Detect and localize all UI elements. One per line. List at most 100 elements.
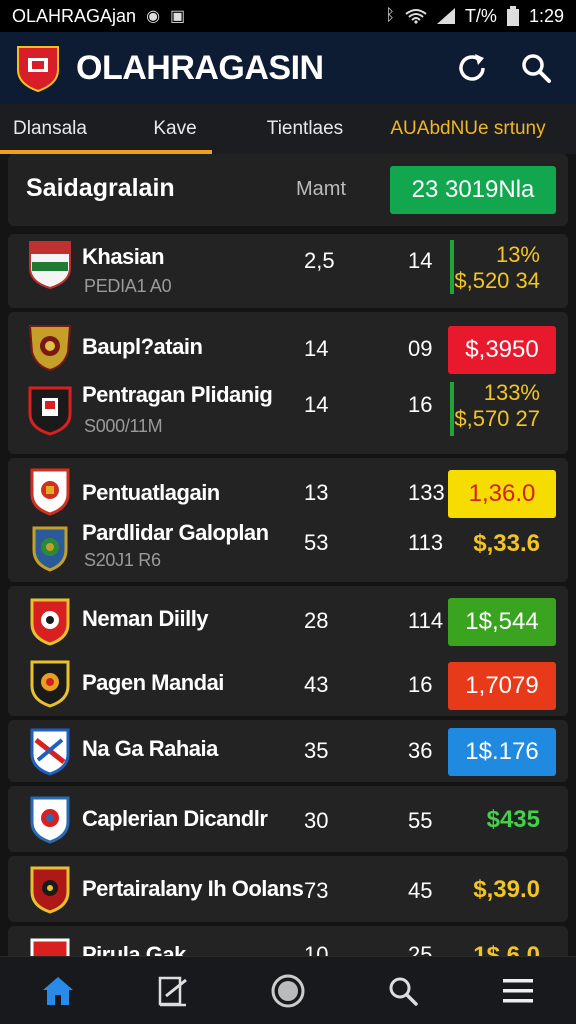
signal-icon [436, 8, 455, 24]
edit-icon [158, 976, 187, 1006]
card-1: Khasian PEDIA1 A0 2,5 14 13% $,520 34 [8, 234, 568, 308]
stat-2: 09 [408, 336, 433, 361]
table-title: Saidagralain [26, 174, 175, 202]
circle-icon [271, 974, 305, 1007]
team-crest-icon [30, 728, 70, 776]
team-crest-icon [30, 660, 70, 708]
team-name: Caplerian Dicandlr [82, 806, 268, 831]
stat-1: 30 [304, 808, 329, 833]
team-name: Pertairalany Ih Oolans [82, 876, 304, 901]
table-column-label: Mamt [296, 178, 346, 200]
standings-list: Saidagralain Mamt 23 3019Nla Khasian PED… [0, 154, 576, 956]
team-crest-icon [30, 796, 70, 844]
table-row[interactable]: Pardlidar Galoplan S20J1 R6 53 113 $,33.… [8, 518, 568, 584]
table-row[interactable]: Pagen Mandai 43 16 1,7079 [8, 652, 568, 718]
team-name: Na Ga Rahaia [82, 736, 218, 761]
team-name: Pagen Mandai [82, 670, 224, 695]
stat-2: 14 [408, 248, 433, 273]
price-percent: 13% [495, 242, 540, 267]
stat-2: 36 [408, 738, 433, 763]
status-carrier: OLAHRAGAjan [12, 5, 137, 26]
search-icon [522, 54, 551, 83]
search-button[interactable] [512, 44, 560, 92]
stat-2: 113 [408, 530, 444, 555]
team-crest-icon [30, 938, 70, 956]
app-bar: OLAHRAGASIN [0, 32, 576, 104]
card-7: Pertairalany Ih Oolans 73 45 $,39.0 [8, 856, 568, 922]
table-row[interactable]: Pirula Gak 10 25 1$,6.0 [8, 926, 568, 956]
stat-2: 114 [408, 608, 444, 633]
status-time: 1:29 [528, 5, 564, 26]
price-badge[interactable]: 1,36.0 [448, 470, 556, 518]
stat-2: 45 [408, 878, 433, 903]
table-row[interactable]: Baupl?atain 14 09 $,3950 [8, 316, 568, 382]
team-name: Pentuatlagain [82, 480, 220, 505]
price-value: 1$,6.0 [473, 942, 540, 956]
table-row[interactable]: Neman Diilly 28 114 1$,544 [8, 588, 568, 654]
app-title: OLAHRAGASIN [76, 48, 324, 87]
price-stack: 13% $,520 34 [454, 242, 540, 294]
price-badge[interactable]: 1$,544 [448, 598, 556, 646]
price-value: $,520 34 [454, 268, 540, 293]
price-stack: 133% $,570 27 [454, 380, 540, 432]
nav-search[interactable] [373, 961, 433, 1021]
battery-icon [506, 6, 519, 26]
team-crest-icon [29, 241, 71, 290]
table-header: Saidagralain Mamt 23 3019Nla [8, 154, 568, 226]
search-icon [389, 977, 418, 1006]
team-subtext: S20J1 R6 [84, 550, 161, 570]
stat-2: 16 [408, 392, 433, 417]
team-name: Pentragan Plidanig [82, 382, 273, 407]
card-3: Pentuatlagain 13 133 1,36.0 Pardlidar Ga… [8, 458, 568, 582]
app-logo [16, 44, 60, 93]
stat-2: 133 [408, 480, 445, 505]
table-row[interactable]: Pentragan Plidanig S000/11M 14 16 133% $… [8, 380, 568, 448]
price-badge[interactable]: 1,7079 [448, 662, 556, 710]
stat-1: 2,5 [304, 248, 335, 273]
card-2: Baupl?atain 14 09 $,3950 Pentragan Plida… [8, 312, 568, 454]
refresh-button[interactable] [448, 44, 496, 92]
team-name: Baupl?atain [82, 334, 203, 359]
price-badge[interactable]: 1$.176 [448, 728, 556, 776]
tab-auabdnue[interactable]: AUAbdNUe srtuny [360, 104, 576, 154]
battery-percent: T/% [464, 5, 497, 26]
tab-kave[interactable]: Kave [100, 104, 250, 154]
nav-home[interactable] [28, 961, 88, 1021]
table-row[interactable]: Pentuatlagain 13 133 1,36.0 [8, 460, 568, 526]
price-value: $,33.6 [473, 530, 540, 557]
team-name: Pardlidar Galoplan [82, 520, 269, 545]
refresh-icon [459, 54, 485, 81]
team-name: Neman Diilly [82, 606, 209, 631]
bluetooth-icon: ᛒ [385, 7, 395, 24]
stat-2: 25 [408, 942, 433, 956]
team-crest-icon [30, 866, 70, 914]
stat-1: 53 [304, 530, 329, 555]
nav-edit[interactable] [143, 961, 203, 1021]
stat-1: 10 [304, 942, 329, 956]
table-row[interactable]: Na Ga Rahaia 35 36 1$.176 [8, 720, 568, 786]
table-row[interactable]: Khasian PEDIA1 A0 2,5 14 13% $,520 34 [8, 238, 568, 304]
stat-1: 28 [304, 608, 329, 633]
card-8: Pirula Gak 10 25 1$,6.0 [8, 926, 568, 956]
price-value: $435 [486, 806, 540, 833]
price-percent: 133% [483, 380, 540, 405]
photo-icon: ▣ [170, 8, 186, 25]
price-value: $,570 27 [454, 406, 540, 431]
team-crest-icon [32, 526, 68, 572]
team-subtext: PEDIA1 A0 [84, 276, 172, 296]
tab-tientlaes[interactable]: Tientlaes [250, 104, 360, 154]
nav-menu[interactable] [488, 961, 548, 1021]
table-row[interactable]: Caplerian Dicandlr 30 55 $435 [8, 786, 568, 852]
price-badge[interactable]: $,3950 [448, 326, 556, 374]
team-name: Pirula Gak [82, 942, 186, 956]
stat-1: 35 [304, 738, 329, 763]
team-crest-icon [28, 386, 72, 436]
card-6: Caplerian Dicandlr 30 55 $435 [8, 786, 568, 852]
status-bar: OLAHRAGAjan ◉ ▣ ᛒ T/% 1:29 [0, 0, 576, 32]
team-crest-icon [30, 598, 70, 646]
stat-1: 13 [304, 480, 329, 505]
tab-dlansala[interactable]: Dlansala [0, 104, 100, 154]
nav-live[interactable] [258, 961, 318, 1021]
table-row[interactable]: Pertairalany Ih Oolans 73 45 $,39.0 [8, 856, 568, 922]
header-badge[interactable]: 23 3019Nla [390, 166, 556, 214]
